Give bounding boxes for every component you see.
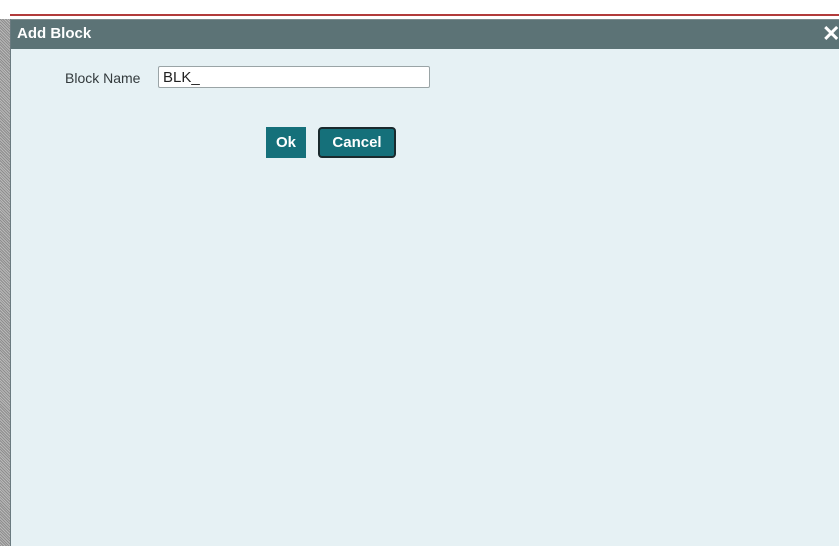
top-accent	[0, 0, 839, 19]
background-edge	[0, 19, 10, 546]
cancel-button[interactable]: Cancel	[318, 127, 396, 158]
block-name-input[interactable]	[158, 66, 430, 88]
ok-button[interactable]: Ok	[266, 127, 306, 158]
block-name-label: Block Name	[65, 70, 141, 86]
close-icon[interactable]: ✕	[822, 22, 839, 46]
add-block-dialog: Add Block ✕ Block Name Ok Cancel	[10, 19, 839, 546]
dialog-titlebar[interactable]: Add Block ✕	[11, 19, 839, 49]
accent-line	[10, 14, 839, 16]
dialog-title: Add Block	[17, 25, 92, 42]
